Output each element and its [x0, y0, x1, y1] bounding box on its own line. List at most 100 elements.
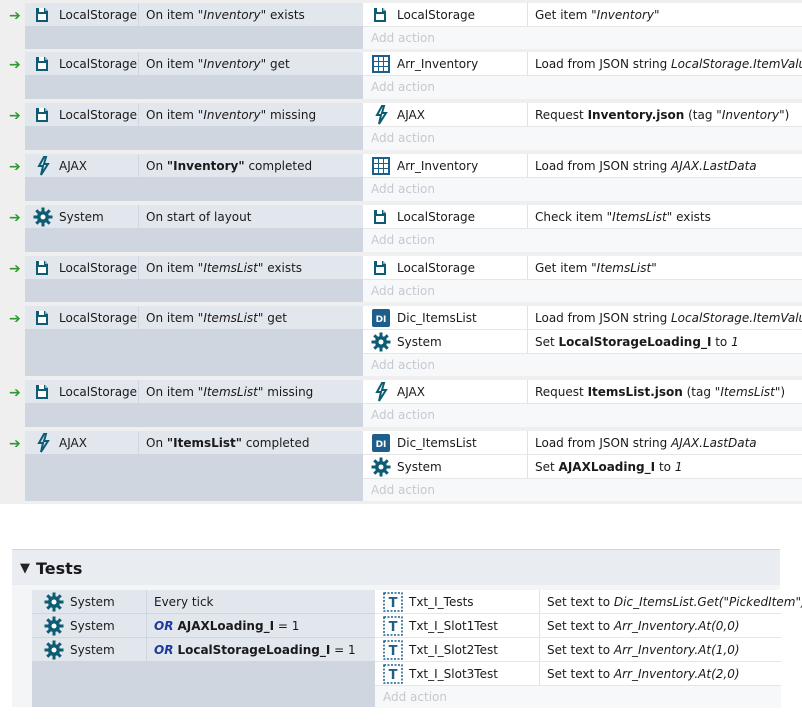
action-row[interactable]: LocalStorage Get item "ItemsList" — [363, 256, 802, 280]
action-row[interactable]: DI Dic_ItemsList Load from JSON string Loc… — [363, 306, 802, 330]
event-gutter[interactable]: ➔ — [0, 3, 25, 49]
condition-row[interactable]: LocalStorage On item "Inventory" get — [25, 52, 363, 76]
object-cell[interactable]: System — [32, 614, 147, 637]
add-action-button[interactable]: Add action — [363, 404, 802, 426]
object-cell[interactable]: System — [363, 455, 528, 478]
action-row[interactable]: System Set AJAXLoading_I to 1 — [363, 455, 802, 479]
object-cell[interactable]: System — [32, 590, 147, 613]
event-block[interactable]: ➔ LocalStorage On item "ItemsList" exists L… — [0, 256, 802, 302]
add-action-button[interactable]: Add action — [363, 76, 802, 98]
event-block[interactable]: ➔ AJAX On "ItemsList" completed DI Dic_Items… — [0, 431, 802, 501]
condition-row[interactable]: LocalStorage On item "ItemsList" exists — [25, 256, 363, 280]
event-gutter[interactable]: ➔ — [0, 256, 25, 302]
action-row[interactable]: Arr_Inventory Load from JSON string Local… — [363, 52, 802, 76]
object-cell[interactable]: LocalStorage — [25, 3, 139, 26]
object-cell[interactable]: LocalStorage — [363, 3, 528, 26]
object-cell[interactable]: LocalStorage — [25, 380, 139, 403]
action-row[interactable]: LocalStorage Get item "Inventory" — [363, 3, 802, 27]
action-row[interactable]: AJAX Request Inventory.json (tag "Invento… — [363, 103, 802, 127]
action-row[interactable]: System Set LocalStorageLoading_I to 1 — [363, 330, 802, 354]
actions-block[interactable]: AJAX Request ItemsList.json (tag "ItemsLi… — [363, 380, 802, 427]
actions-block[interactable]: Arr_Inventory Load from JSON string Local… — [363, 52, 802, 99]
event-gutter[interactable]: ➔ — [0, 380, 25, 427]
add-action-button[interactable]: Add action — [363, 178, 802, 200]
action-row[interactable]: T Txt_I_Slot1Test Set text to Arr_Inventor… — [375, 614, 781, 638]
condition-row[interactable]: System OR LocalStorageLoading_I = 1 — [32, 638, 375, 662]
action-row[interactable]: T Txt_I_Slot2Test Set text to Arr_Inventor… — [375, 638, 781, 662]
collapse-triangle-icon[interactable]: ▼ — [20, 561, 30, 576]
object-cell[interactable]: DI Dic_ItemsList — [363, 306, 528, 329]
object-cell[interactable]: Arr_Inventory — [363, 154, 528, 177]
condition-row[interactable]: AJAX On "Inventory" completed — [25, 154, 363, 178]
conditions-block[interactable]: LocalStorage On item "Inventory" missing — [25, 103, 363, 150]
conditions-block[interactable]: AJAX On "ItemsList" completed — [25, 431, 363, 501]
object-cell[interactable]: System — [25, 205, 139, 228]
object-cell[interactable]: LocalStorage — [363, 205, 528, 228]
condition-row[interactable]: System On start of layout — [25, 205, 363, 229]
object-cell[interactable]: AJAX — [25, 154, 139, 177]
object-cell[interactable]: AJAX — [363, 380, 528, 403]
event-gutter[interactable]: ➔ — [0, 306, 25, 376]
object-cell[interactable]: LocalStorage — [25, 256, 139, 279]
add-action-button[interactable]: Add action — [363, 127, 802, 149]
add-action-button[interactable]: Add action — [363, 280, 802, 302]
object-cell[interactable]: DI Dic_ItemsList — [363, 431, 528, 454]
condition-row[interactable]: System OR AJAXLoading_I = 1 — [32, 614, 375, 638]
conditions-block[interactable]: LocalStorage On item "ItemsList" missing — [25, 380, 363, 427]
object-cell[interactable]: LocalStorage — [25, 103, 139, 126]
action-row[interactable]: T Txt_I_Slot3Test Set text to Arr_Inventor… — [375, 662, 781, 686]
condition-row[interactable]: LocalStorage On item "ItemsList" missing — [25, 380, 363, 404]
condition-row[interactable]: LocalStorage On item "Inventory" missing — [25, 103, 363, 127]
action-row[interactable]: Arr_Inventory Load from JSON string AJAX.… — [363, 154, 802, 178]
actions-block[interactable]: Arr_Inventory Load from JSON string AJAX.… — [363, 154, 802, 201]
event-block[interactable]: ➔ LocalStorage On item "ItemsList" missing… — [0, 380, 802, 427]
event-gutter[interactable]: ➔ — [0, 154, 25, 201]
event-block[interactable]: ➔ LocalStorage On item "ItemsList" get DI Di… — [0, 306, 802, 376]
object-cell[interactable]: LocalStorage — [25, 306, 139, 329]
event-block[interactable]: ➔ LocalStorage On item "Inventory" exists L… — [0, 3, 802, 49]
actions-block[interactable]: LocalStorage Check item "ItemsList" exist… — [363, 205, 802, 252]
event-gutter[interactable]: ➔ — [0, 431, 25, 501]
event-gutter[interactable]: ➔ — [0, 52, 25, 99]
add-action-button[interactable]: Add action — [375, 686, 781, 708]
condition-row[interactable]: LocalStorage On item "ItemsList" get — [25, 306, 363, 330]
condition-row[interactable]: AJAX On "ItemsList" completed — [25, 431, 363, 455]
actions-block[interactable]: LocalStorage Get item "Inventory" Add acti… — [363, 3, 802, 49]
object-cell[interactable]: Arr_Inventory — [363, 52, 528, 75]
tests-event[interactable]: System Every tick System OR AJAXLoading_I = … — [32, 590, 802, 708]
condition-row[interactable]: System Every tick — [32, 590, 375, 614]
condition-row[interactable]: LocalStorage On item "Inventory" exists — [25, 3, 363, 27]
actions-block[interactable]: DI Dic_ItemsList Load from JSON string Loc… — [363, 306, 802, 376]
object-cell[interactable]: AJAX — [25, 431, 139, 454]
conditions-block[interactable]: AJAX On "Inventory" completed — [25, 154, 363, 201]
object-cell[interactable]: AJAX — [363, 103, 528, 126]
actions-block[interactable]: T Txt_I_Tests Set text to Dic_ItemsList.Ge… — [375, 590, 802, 708]
action-row[interactable]: LocalStorage Check item "ItemsList" exist… — [363, 205, 802, 229]
object-cell[interactable]: T Txt_I_Tests — [375, 590, 540, 613]
object-cell[interactable]: System — [363, 330, 528, 353]
conditions-block[interactable]: System Every tick System OR AJAXLoading_I = … — [32, 590, 375, 707]
actions-block[interactable]: LocalStorage Get item "ItemsList" Add acti… — [363, 256, 802, 302]
object-cell[interactable]: LocalStorage — [363, 256, 528, 279]
add-action-button[interactable]: Add action — [363, 229, 802, 251]
conditions-block[interactable]: LocalStorage On item "ItemsList" get — [25, 306, 363, 376]
action-row[interactable]: DI Dic_ItemsList Load from JSON string AJA… — [363, 431, 802, 455]
action-row[interactable]: T Txt_I_Tests Set text to Dic_ItemsList.Ge… — [375, 590, 802, 614]
event-block[interactable]: ➔ AJAX On "Inventory" completed Arr_Invento… — [0, 154, 802, 201]
object-cell[interactable]: T Txt_I_Slot1Test — [375, 614, 540, 637]
actions-block[interactable]: DI Dic_ItemsList Load from JSON string AJA… — [363, 431, 802, 501]
actions-block[interactable]: AJAX Request Inventory.json (tag "Invento… — [363, 103, 802, 150]
action-row[interactable]: AJAX Request ItemsList.json (tag "ItemsLi… — [363, 380, 802, 404]
add-action-button[interactable]: Add action — [363, 479, 802, 501]
object-cell[interactable]: T Txt_I_Slot2Test — [375, 638, 540, 661]
add-action-button[interactable]: Add action — [363, 27, 802, 49]
event-block[interactable]: ➔ LocalStorage On item "Inventory" missing… — [0, 103, 802, 150]
object-cell[interactable]: T Txt_I_Slot3Test — [375, 662, 540, 685]
conditions-block[interactable]: LocalStorage On item "Inventory" get — [25, 52, 363, 99]
conditions-block[interactable]: LocalStorage On item "ItemsList" exists — [25, 256, 363, 302]
event-gutter[interactable]: ➔ — [0, 205, 25, 252]
conditions-block[interactable]: LocalStorage On item "Inventory" exists — [25, 3, 363, 49]
add-action-button[interactable]: Add action — [363, 354, 802, 376]
event-block[interactable]: ➔ System On start of layout LocalStorage Che… — [0, 205, 802, 252]
conditions-block[interactable]: System On start of layout — [25, 205, 363, 252]
